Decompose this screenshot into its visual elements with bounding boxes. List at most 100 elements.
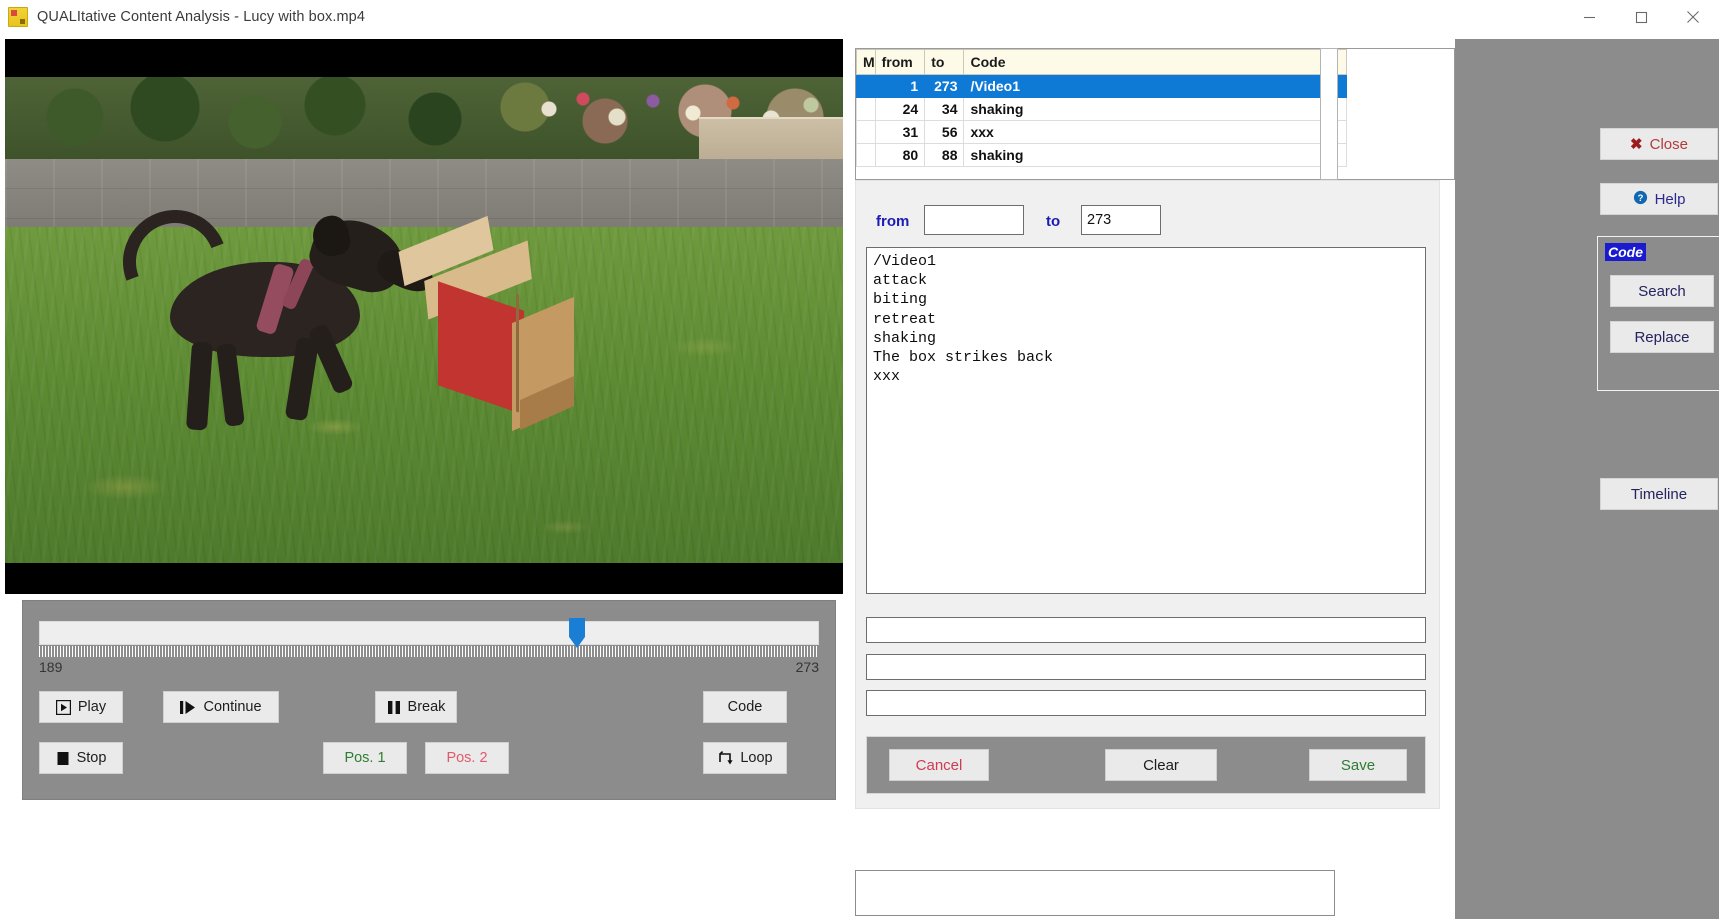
dog-leg — [185, 341, 214, 431]
close-label: Close — [1649, 135, 1688, 153]
header-code[interactable]: Code — [963, 49, 1347, 75]
slider-start-label: 189 — [39, 659, 63, 675]
video-player[interactable] — [5, 39, 843, 594]
code-search-group: Code Search Replace — [1597, 236, 1719, 391]
search-label: Search — [1638, 282, 1686, 300]
close-window-button[interactable] — [1667, 0, 1719, 34]
cancel-button[interactable]: Cancel — [889, 749, 989, 781]
position-2-label: Pos. 2 — [446, 750, 488, 766]
cell-m — [856, 143, 876, 167]
right-sidebar: ✖ Close ? Help Code Search Replace Timel… — [1455, 39, 1719, 919]
range-inputs: from to — [866, 205, 1426, 239]
video-frame — [5, 77, 843, 563]
loop-label: Loop — [740, 750, 773, 766]
codes-table: M from to Code 1 273 /Video1 24 34 shaki… — [856, 49, 1347, 167]
header-m[interactable]: M — [856, 49, 876, 75]
cell-m — [856, 120, 876, 144]
position-1-label: Pos. 1 — [344, 750, 386, 766]
extra-field-3[interactable] — [866, 690, 1426, 716]
dog-subject — [106, 193, 445, 452]
box-edge — [516, 293, 519, 413]
replace-button[interactable]: Replace — [1610, 321, 1714, 353]
clear-button[interactable]: Clear — [1105, 749, 1217, 781]
slider-end-label: 273 — [795, 659, 819, 675]
continue-icon — [180, 700, 196, 715]
slider-track[interactable] — [39, 618, 819, 648]
extra-field-1[interactable] — [866, 617, 1426, 643]
slider-range-labels: 189 273 — [39, 659, 819, 675]
coding-panel: from to /Video1 attack biting retreat sh… — [855, 180, 1440, 809]
play-icon — [55, 699, 71, 715]
play-button[interactable]: Play — [39, 691, 123, 723]
codes-table-scrollbar[interactable] — [1320, 48, 1338, 180]
stop-label: Stop — [76, 750, 107, 766]
table-row[interactable]: 80 88 shaking — [856, 143, 1347, 167]
replace-label: Replace — [1634, 328, 1690, 346]
from-input[interactable] — [924, 205, 1024, 235]
slider-thumb[interactable] — [569, 618, 586, 648]
cell-m — [856, 74, 876, 98]
position-2-button[interactable]: Pos. 2 — [425, 742, 509, 774]
loop-icon — [717, 750, 733, 766]
cardboard-box — [398, 215, 574, 432]
cell-code: /Video1 — [963, 74, 1347, 98]
stop-button[interactable]: Stop — [39, 742, 123, 774]
title-bar: QUALItative Content Analysis - Lucy with… — [0, 0, 1719, 34]
transport-row-secondary: Stop Pos. 1 Pos. 2 Loop — [39, 742, 819, 774]
play-label: Play — [77, 699, 107, 715]
header-to[interactable]: to — [924, 49, 965, 75]
clear-label: Clear — [1143, 756, 1179, 774]
from-label: from — [876, 213, 910, 230]
cell-from: 80 — [874, 143, 926, 167]
help-icon: ? — [1633, 190, 1648, 209]
table-header-row: M from to Code — [856, 49, 1347, 75]
status-field[interactable] — [855, 870, 1335, 916]
search-button[interactable]: Search — [1610, 275, 1714, 307]
playback-controls-panel: 189 273 Play Continue Break Code Stop Po… — [22, 600, 836, 800]
help-label: Help — [1654, 190, 1686, 208]
slider-ticks — [39, 646, 817, 657]
table-row[interactable]: 24 34 shaking — [856, 97, 1347, 121]
cancel-label: Cancel — [915, 756, 963, 774]
position-1-button[interactable]: Pos. 1 — [323, 742, 407, 774]
save-button[interactable]: Save — [1309, 749, 1407, 781]
code-button[interactable]: Code — [703, 691, 787, 723]
header-from[interactable]: from — [874, 49, 926, 75]
cell-from: 24 — [874, 97, 926, 121]
to-input[interactable] — [1081, 205, 1161, 235]
continue-button[interactable]: Continue — [163, 691, 279, 723]
codes-table-container[interactable]: M from to Code 1 273 /Video1 24 34 shaki… — [855, 48, 1455, 180]
cell-to: 56 — [924, 120, 965, 144]
save-label: Save — [1340, 756, 1376, 774]
timeline-label: Timeline — [1630, 485, 1688, 503]
transport-row-primary: Play Continue Break Code — [39, 691, 819, 723]
close-x-icon: ✖ — [1630, 136, 1643, 153]
minimize-button[interactable] — [1563, 0, 1615, 34]
cell-code: shaking — [963, 97, 1347, 121]
cell-from: 1 — [874, 74, 926, 98]
position-slider[interactable] — [39, 618, 819, 657]
maximize-button[interactable] — [1615, 0, 1667, 34]
table-row[interactable]: 31 56 xxx — [856, 120, 1347, 144]
timeline-button[interactable]: Timeline — [1600, 478, 1718, 510]
application-window: QUALItative Content Analysis - Lucy with… — [0, 0, 1719, 919]
code-list-textarea[interactable]: /Video1 attack biting retreat shaking Th… — [866, 247, 1426, 594]
stop-icon — [56, 751, 70, 766]
code-label: Code — [727, 699, 763, 715]
extra-field-2[interactable] — [866, 654, 1426, 680]
cell-to: 273 — [924, 74, 965, 98]
continue-label: Continue — [203, 699, 262, 715]
cell-from: 31 — [874, 120, 926, 144]
loop-button[interactable]: Loop — [703, 742, 787, 774]
close-button[interactable]: ✖ Close — [1600, 128, 1718, 160]
cell-m — [856, 97, 876, 121]
to-label: to — [1046, 213, 1061, 230]
break-label: Break — [407, 699, 446, 715]
cell-code: shaking — [963, 143, 1347, 167]
svg-text:?: ? — [1637, 193, 1643, 204]
break-button[interactable]: Break — [375, 691, 457, 723]
pause-icon — [387, 700, 401, 715]
code-group-label: Code — [1605, 243, 1646, 261]
help-button[interactable]: ? Help — [1600, 183, 1718, 215]
table-row[interactable]: 1 273 /Video1 — [856, 74, 1347, 98]
